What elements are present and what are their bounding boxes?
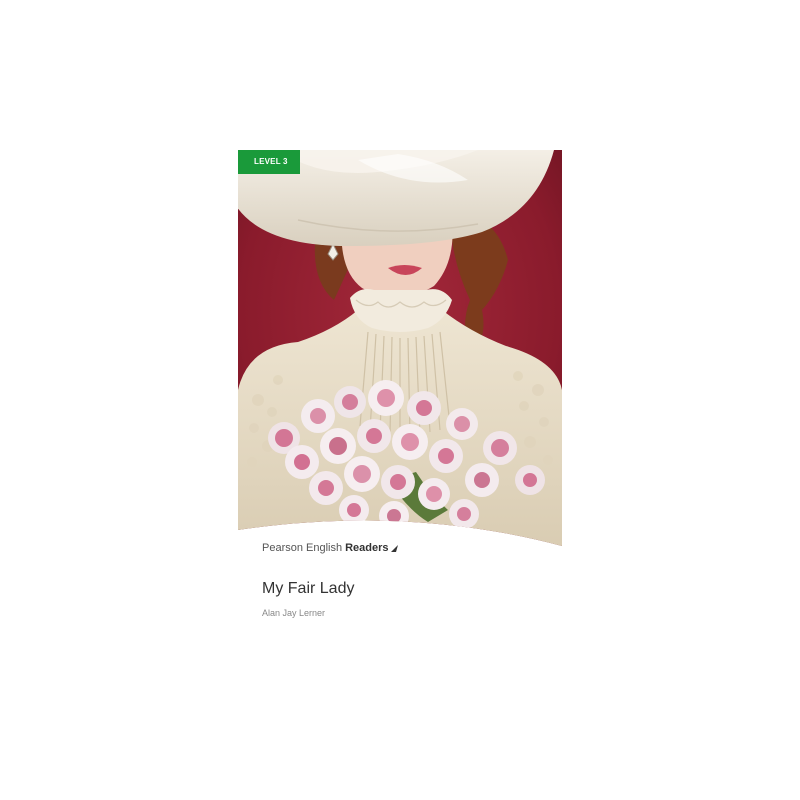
level-badge: LEVEL 3	[238, 150, 300, 174]
series-logo: Pearson English Readers	[262, 542, 398, 554]
series-name: Readers	[345, 542, 389, 554]
book-title: My Fair Lady	[262, 580, 355, 597]
arrow-mark-icon	[390, 545, 398, 552]
page: LEVEL 3 Pearson English Readers My Fair L…	[0, 0, 800, 800]
book-author: Alan Jay Lerner	[262, 608, 326, 618]
cover-illustration	[238, 150, 562, 546]
series-brand: Pearson English	[262, 542, 343, 554]
book-cover: LEVEL 3 Pearson English Readers My Fair L…	[238, 150, 562, 640]
